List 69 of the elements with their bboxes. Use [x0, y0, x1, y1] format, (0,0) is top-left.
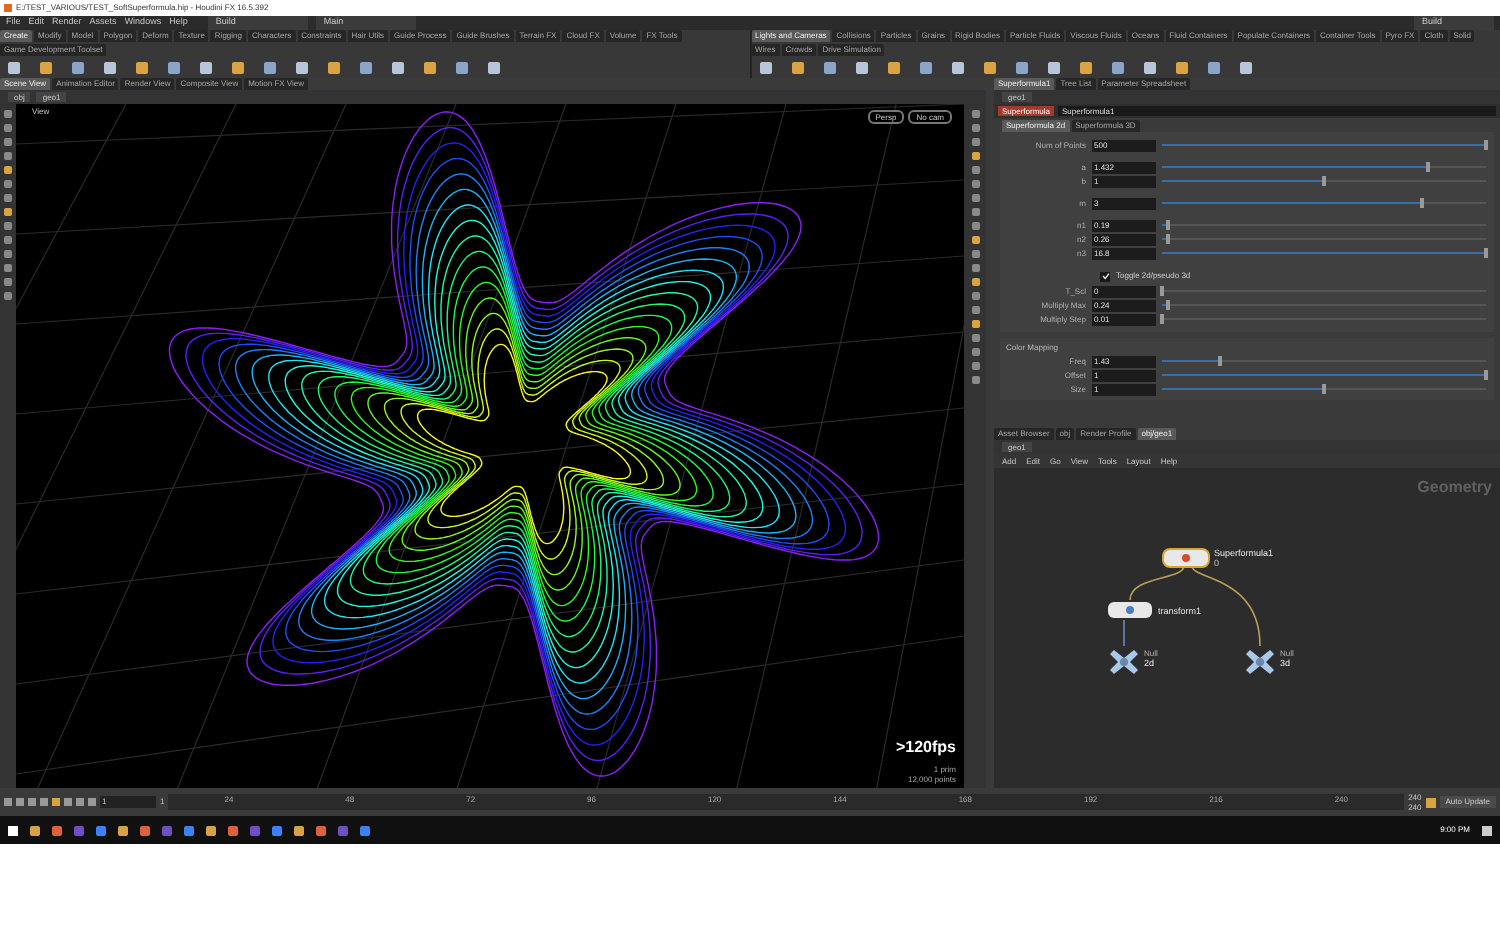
- node[interactable]: [1108, 602, 1152, 618]
- shelf-tool-icon[interactable]: [72, 61, 84, 73]
- shelf-tool-icon[interactable]: [1079, 61, 1091, 73]
- slider-handle[interactable]: [1322, 176, 1326, 186]
- shelf-tool-icon[interactable]: [424, 61, 436, 73]
- slider-handle[interactable]: [1166, 234, 1171, 244]
- slider-handle[interactable]: [1160, 286, 1164, 296]
- shelf-tool-icon[interactable]: [759, 61, 771, 73]
- taskbar-app-icon[interactable]: [272, 825, 282, 835]
- slider-handle[interactable]: [1166, 220, 1171, 230]
- shelf-tool-icon[interactable]: [1207, 61, 1219, 73]
- shelf-tool-icon[interactable]: [392, 61, 404, 73]
- check-icon: [1101, 272, 1109, 280]
- shelf-tool-icon[interactable]: [328, 61, 340, 73]
- shelf-tool-icon[interactable]: [200, 61, 212, 73]
- shelf-tool-icon[interactable]: [136, 61, 148, 73]
- shelf-tool-icon[interactable]: [1111, 61, 1123, 73]
- shelf-tool-icon[interactable]: [919, 61, 931, 73]
- shelf-tool-icon[interactable]: [823, 61, 835, 73]
- fps-readout: >120fps: [895, 736, 956, 760]
- slider-handle[interactable]: [1484, 248, 1488, 258]
- shelf-tool-icon[interactable]: [360, 61, 372, 73]
- shelf-tool-icon[interactable]: [855, 61, 867, 73]
- shelf-tool-icon[interactable]: [1143, 61, 1155, 73]
- checkbox[interactable]: [1100, 271, 1110, 281]
- taskbar-app-icon[interactable]: [228, 825, 238, 835]
- slider-handle[interactable]: [1322, 384, 1326, 394]
- shelf-tool-icon[interactable]: [488, 61, 500, 73]
- slider-handle[interactable]: [1484, 140, 1488, 150]
- taskbar-app-icon[interactable]: [140, 825, 150, 835]
- shelf-tool-icon[interactable]: [8, 61, 20, 73]
- shelf-tool-icon[interactable]: [264, 61, 276, 73]
- wire: [1129, 565, 1185, 601]
- shelf-tool-icon[interactable]: [1047, 61, 1059, 73]
- node-icon: [1126, 606, 1134, 614]
- slider-handle[interactable]: [1484, 370, 1488, 380]
- shelf-tool-icon[interactable]: [104, 61, 116, 73]
- node[interactable]: [1164, 550, 1208, 566]
- node-icon: [1182, 554, 1190, 562]
- shelf-tool-icon[interactable]: [951, 61, 963, 73]
- null-node[interactable]: [1244, 648, 1276, 676]
- taskbar-app-icon[interactable]: [52, 825, 62, 835]
- taskbar-app-icon[interactable]: [184, 825, 194, 835]
- shelf-tool-icon[interactable]: [887, 61, 899, 73]
- shelf-tool-icon[interactable]: [1239, 61, 1251, 73]
- shelf-tool-icon[interactable]: [791, 61, 803, 73]
- shelf-tool-icon[interactable]: [1015, 61, 1027, 73]
- shelf-tool-icon[interactable]: [232, 61, 244, 73]
- app-icon: [4, 4, 12, 12]
- shelf-tool-icon[interactable]: [296, 61, 308, 73]
- slider-handle[interactable]: [1425, 162, 1430, 172]
- shelf-tool-icon[interactable]: [1175, 61, 1187, 73]
- shelf-tool-icon[interactable]: [40, 61, 52, 73]
- taskbar-app-icon[interactable]: [360, 825, 370, 835]
- taskbar-app-icon[interactable]: [316, 825, 326, 835]
- slider-handle[interactable]: [1160, 314, 1164, 324]
- slider-handle[interactable]: [1419, 198, 1424, 208]
- shelf-tool-icon[interactable]: [168, 61, 180, 73]
- taskbar-app-icon[interactable]: [96, 825, 106, 835]
- taskbar-app-icon[interactable]: [118, 825, 128, 835]
- taskbar-app-icon[interactable]: [206, 825, 216, 835]
- shelf-tool-icon[interactable]: [983, 61, 995, 73]
- null-node[interactable]: [1108, 648, 1140, 676]
- taskbar-app-icon[interactable]: [294, 825, 304, 835]
- shelf-tool-icon[interactable]: [456, 61, 468, 73]
- taskbar-app-icon[interactable]: [30, 825, 40, 835]
- wire: [1123, 619, 1125, 647]
- slider-handle[interactable]: [1218, 356, 1223, 366]
- slider-handle[interactable]: [1166, 300, 1171, 310]
